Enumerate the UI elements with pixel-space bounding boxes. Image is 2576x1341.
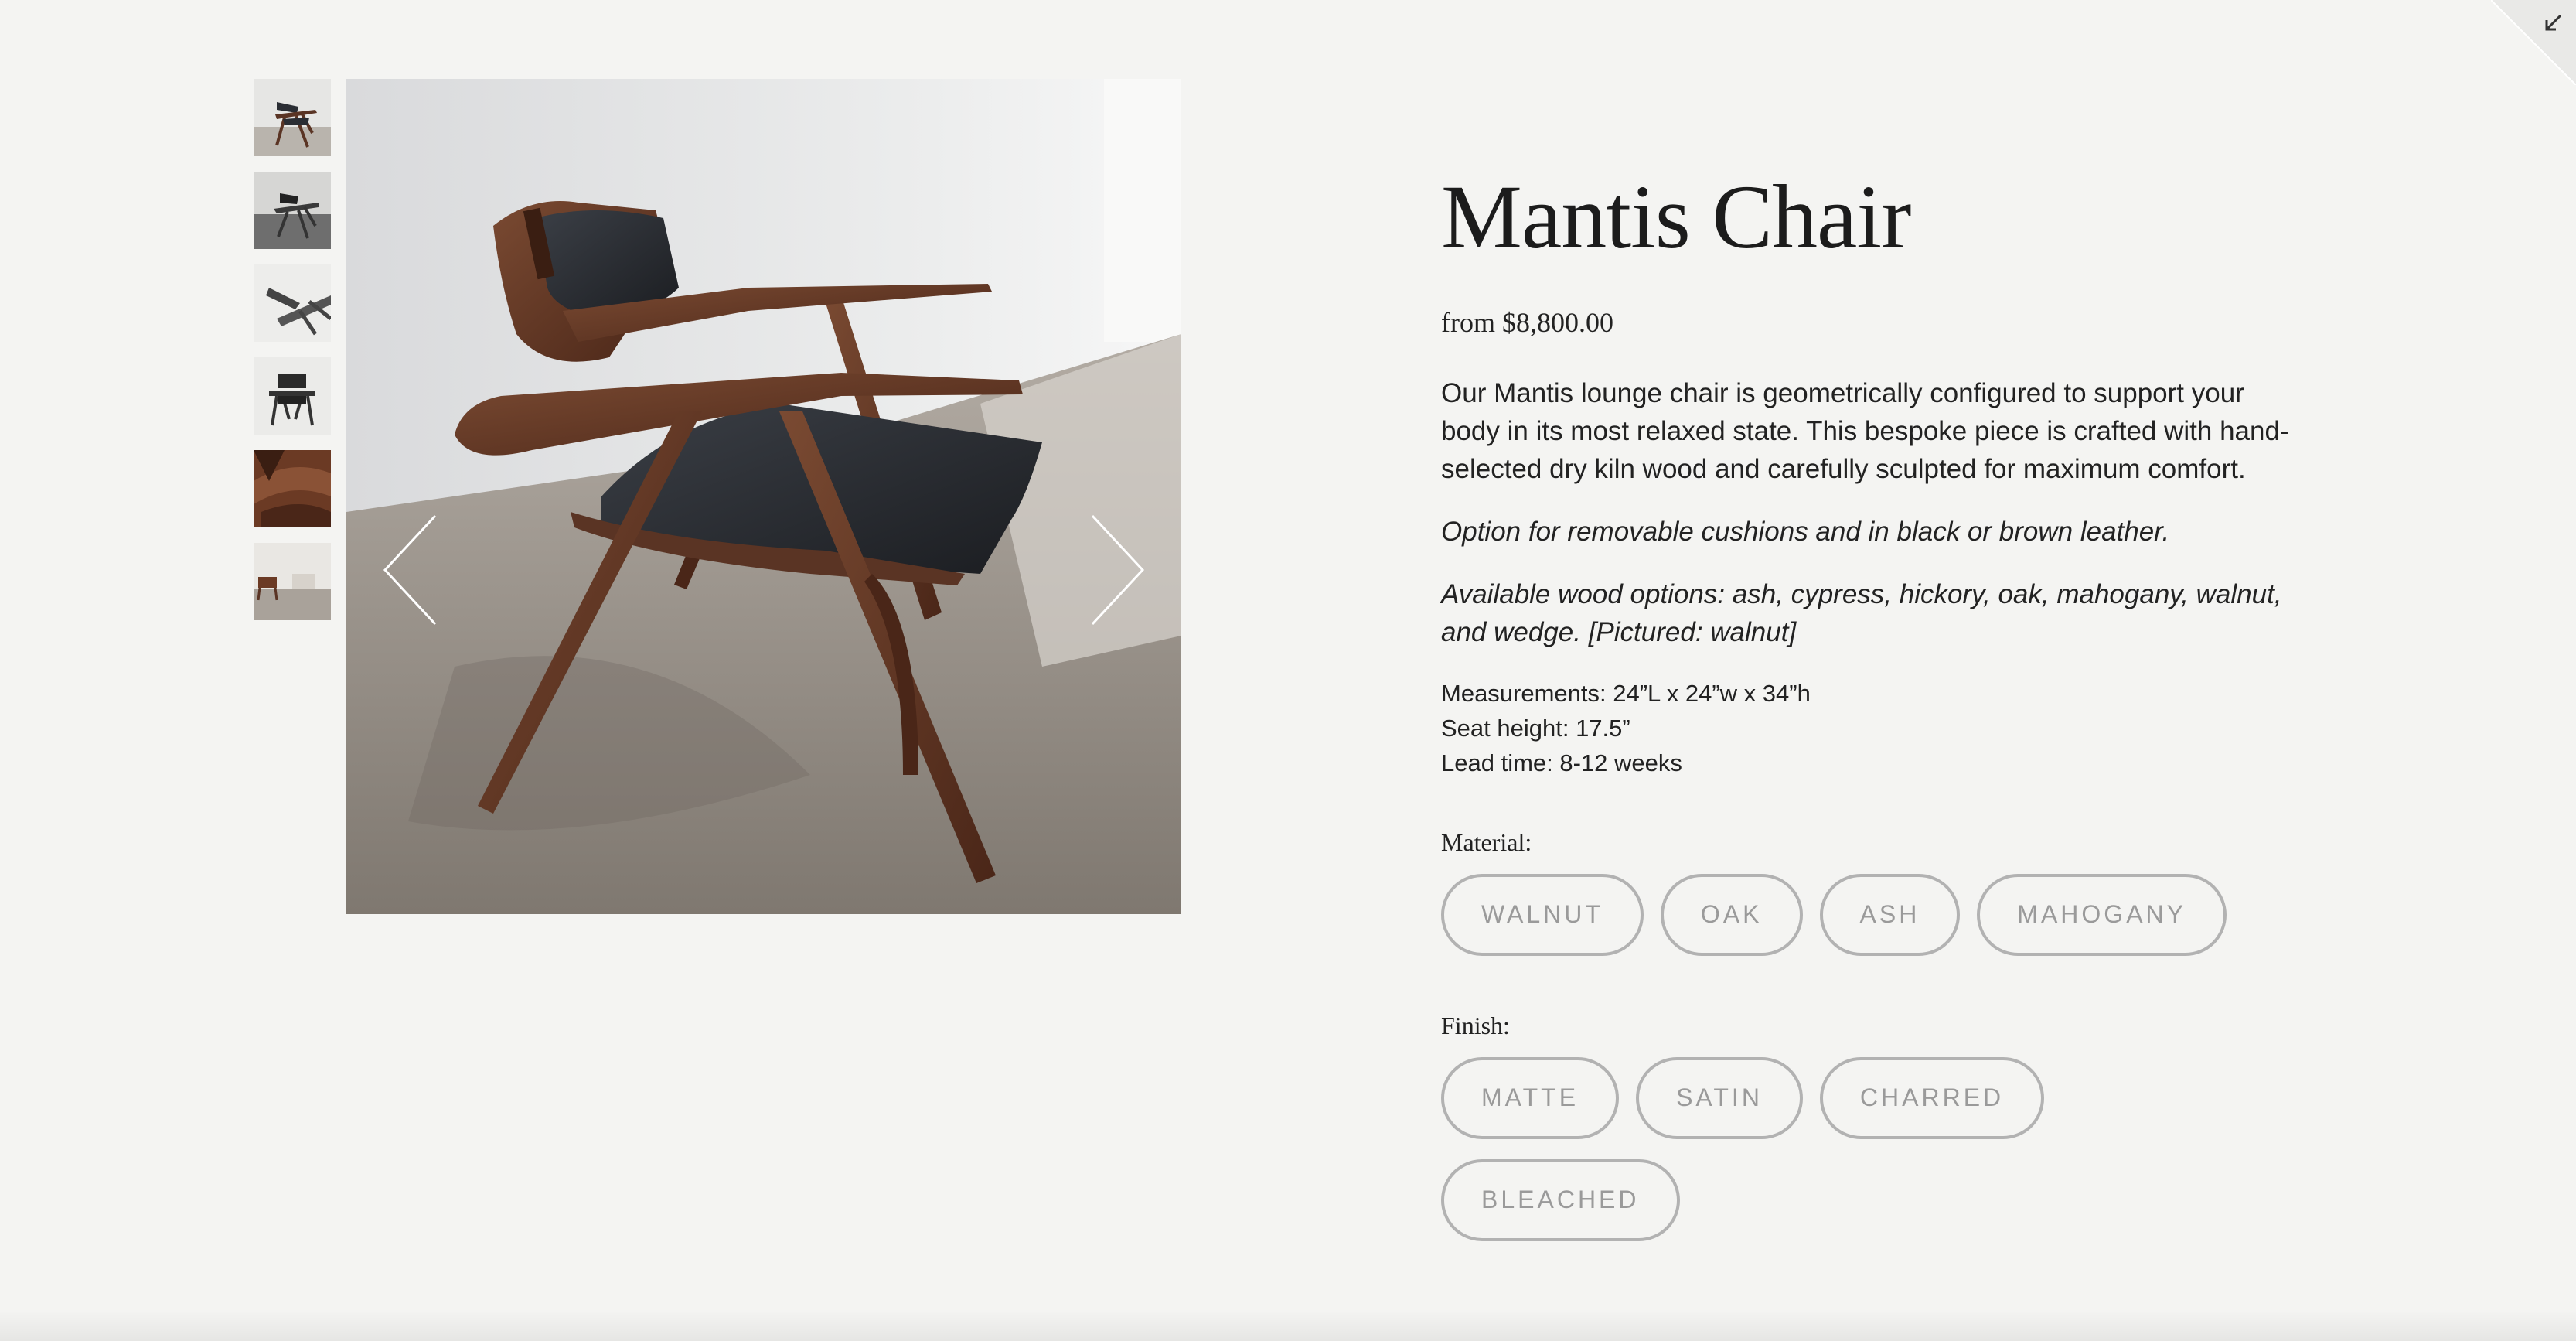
finish-option-bleached[interactable]: BLEACHED — [1441, 1158, 1680, 1241]
wood-options-note: Available wood options: ash, cypress, hi… — [1441, 578, 2282, 647]
thumbnail-4[interactable] — [254, 357, 331, 435]
product-description: Our Mantis lounge chair is geometrically… — [1441, 377, 2289, 484]
material-options: WALNUT OAK ASH MAHOGANY — [1441, 873, 2307, 956]
thumbnail-strip — [254, 79, 331, 636]
collapse-arrow-icon — [2491, 0, 2576, 85]
thumbnail-6[interactable] — [254, 543, 331, 620]
options-note: Option for removable cushions and in bla… — [1441, 516, 2170, 547]
material-option-mahogany[interactable]: MAHOGANY — [1977, 873, 2227, 956]
thumbnail-3[interactable] — [254, 264, 331, 342]
finish-option-charred[interactable]: CHARRED — [1819, 1056, 2045, 1139]
bottom-shadow — [0, 1310, 2576, 1341]
thumbnail-3-image — [254, 264, 331, 342]
thumbnail-6-image — [254, 543, 331, 620]
product-specs: Measurements: 24”L x 24”w x 34”h Seat he… — [1441, 676, 2307, 780]
spec-lead-time: Lead time: 8-12 weeks — [1441, 749, 1682, 776]
main-product-image — [346, 79, 1181, 914]
product-title: Mantis Chair — [1441, 166, 1911, 268]
finish-options: MATTE SATIN CHARRED BLEACHED — [1441, 1056, 2106, 1241]
finish-option-matte[interactable]: MATTE — [1441, 1056, 1620, 1139]
thumbnail-5-image — [254, 450, 331, 527]
finish-option-satin[interactable]: SATIN — [1636, 1056, 1803, 1139]
thumbnail-5[interactable] — [254, 450, 331, 527]
finish-label: Finish: — [1441, 1011, 1510, 1039]
chevron-left-icon — [383, 514, 437, 626]
mantis-chair-photo — [346, 79, 1181, 914]
material-option-ash[interactable]: ASH — [1819, 873, 1961, 956]
thumbnail-4-image — [254, 357, 331, 435]
chevron-right-icon — [1091, 514, 1145, 626]
spec-measurements: Measurements: 24”L x 24”w x 34”h — [1441, 679, 1811, 707]
spec-seat-height: Seat height: 17.5” — [1441, 714, 1630, 742]
product-price: from $8,800.00 — [1441, 306, 1613, 338]
product-info: Mantis Chair from $8,800.00 Our Mantis l… — [1441, 162, 2307, 1241]
thumbnail-1[interactable] — [254, 79, 331, 156]
material-label: Material: — [1441, 827, 1532, 856]
product-page: Mantis Chair from $8,800.00 Our Mantis l… — [0, 0, 2576, 1341]
thumbnail-2[interactable] — [254, 172, 331, 249]
material-option-oak[interactable]: OAK — [1660, 873, 1803, 956]
thumbnail-2-image — [254, 172, 331, 249]
thumbnail-1-image — [254, 79, 331, 156]
collapse-view-button[interactable] — [2491, 0, 2576, 85]
next-image-button[interactable] — [1081, 512, 1150, 628]
material-option-walnut[interactable]: WALNUT — [1441, 873, 1644, 956]
prev-image-button[interactable] — [377, 512, 447, 628]
